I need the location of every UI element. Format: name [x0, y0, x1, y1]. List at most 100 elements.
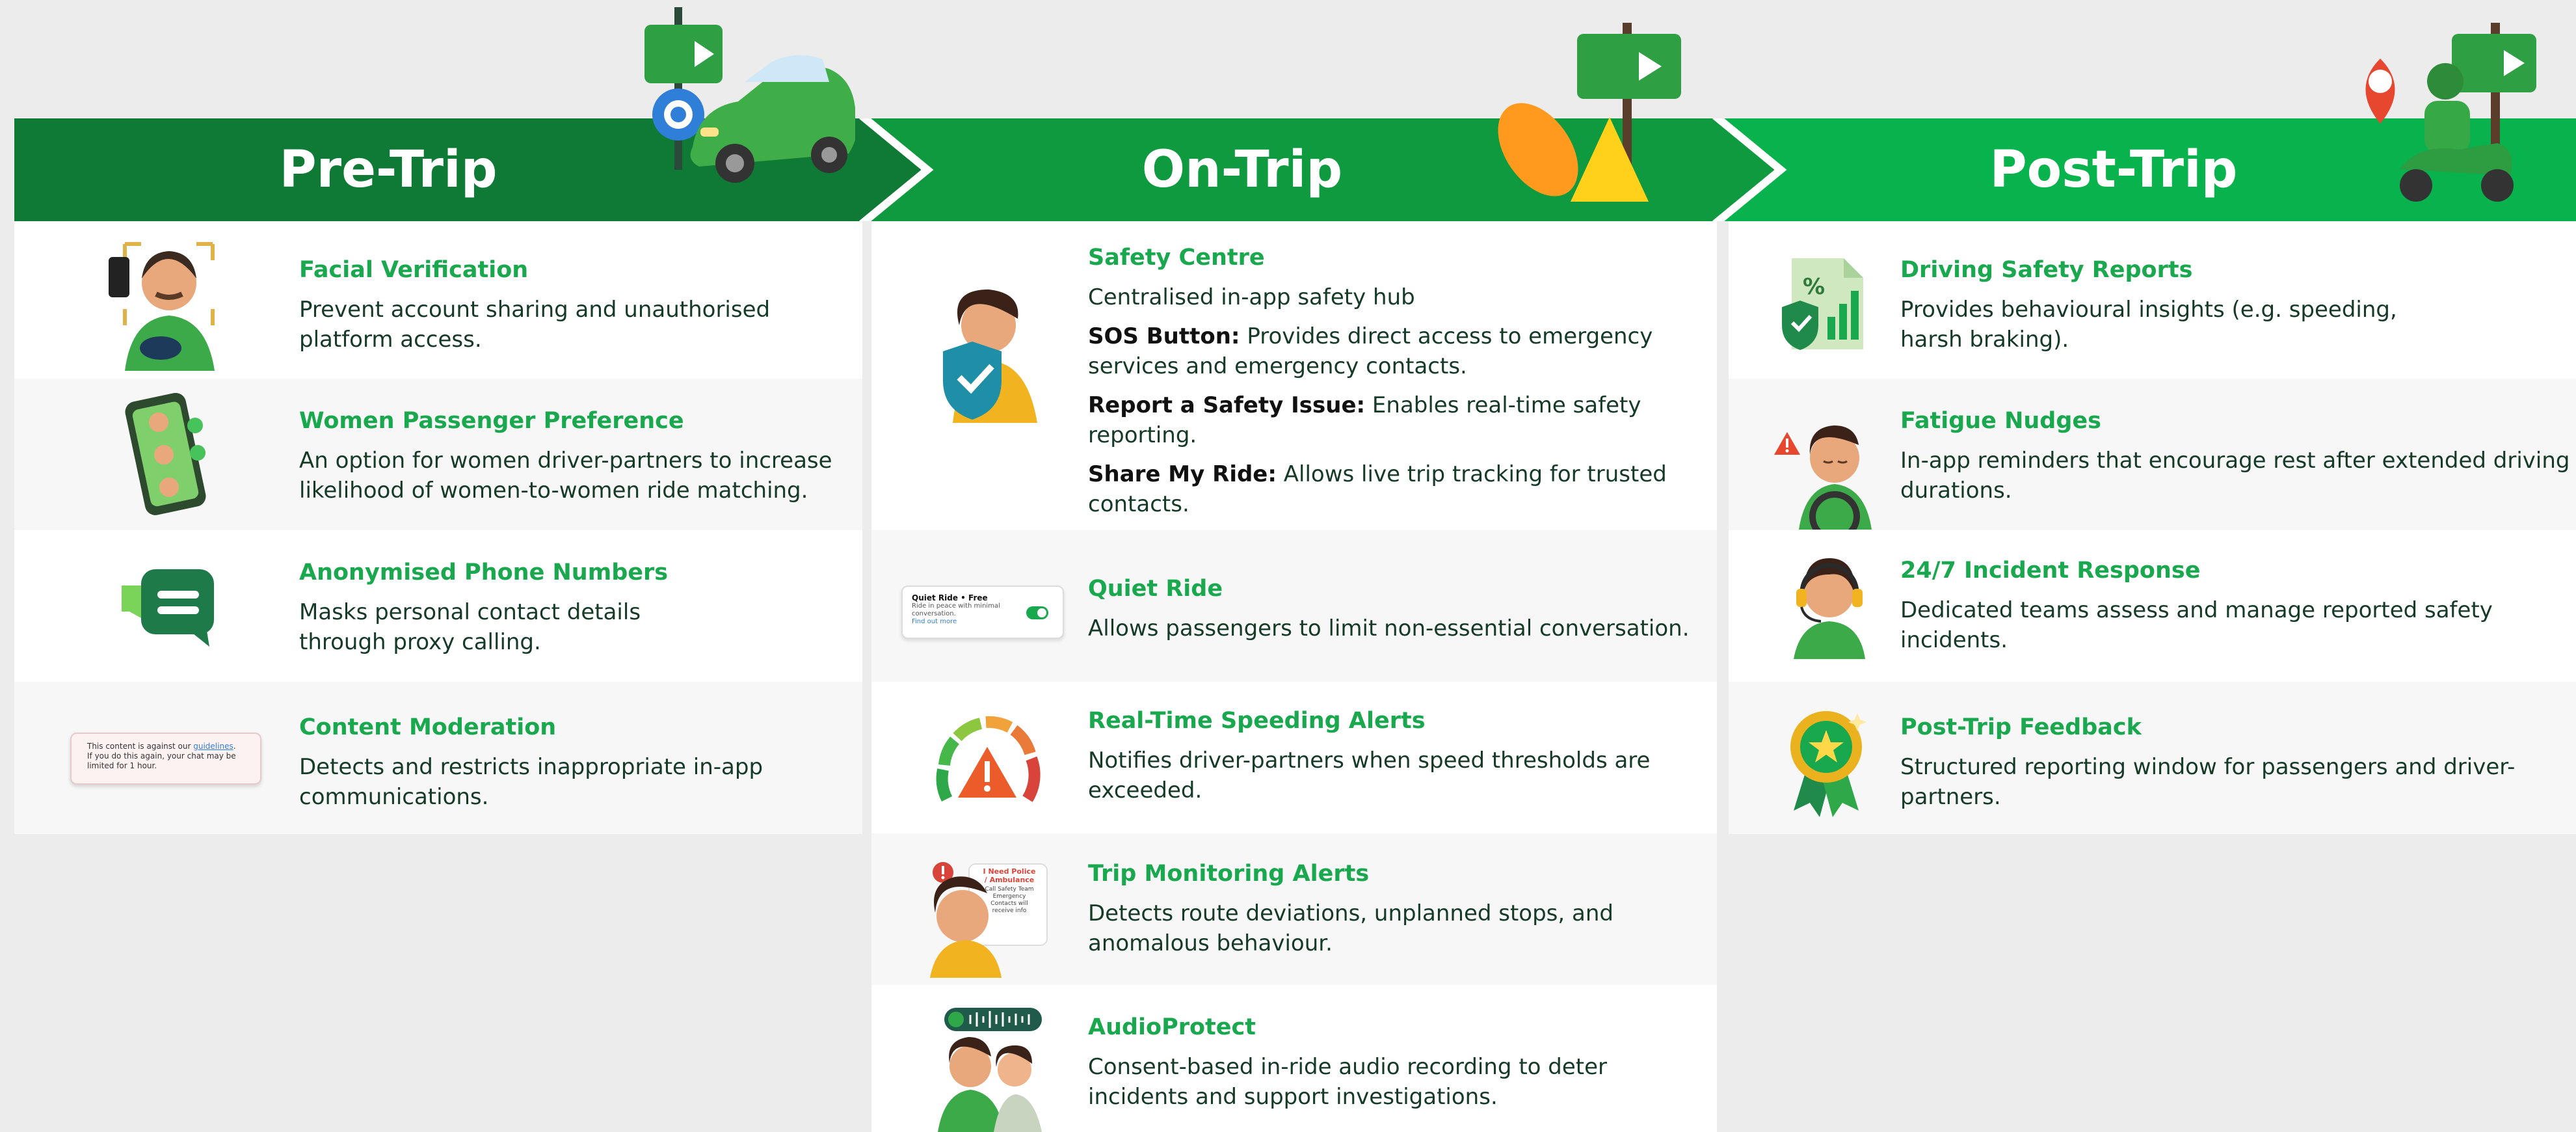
- description-line: Prevent account sharing and unauthorised: [299, 297, 771, 323]
- svg-text:%: %: [1803, 274, 1825, 300]
- speedometer-warning-icon: [936, 716, 1041, 802]
- feature-title: Women Passenger Preference: [299, 408, 684, 434]
- monitoring-card-text: I Need Police / Ambulance Call Safety Te…: [974, 867, 1045, 915]
- signpost-warning-icon: [1498, 23, 1681, 202]
- notice-link: guidelines: [193, 742, 233, 751]
- chat-bubble-icon: [122, 569, 214, 647]
- toggle-switch: [1026, 606, 1048, 619]
- medal-star-icon: [1790, 711, 1866, 817]
- description-line: Detects and restricts inappropriate in-a…: [299, 754, 764, 780]
- feature-title: Post-Trip Feedback: [1900, 714, 2142, 740]
- feature-title: Fatigue Nudges: [1900, 408, 2101, 434]
- description-line: In-app reminders that encourage rest aft…: [1900, 448, 2570, 474]
- notice-text: This content is against our: [87, 742, 194, 751]
- card-line: Contacts will: [990, 900, 1028, 907]
- description-line: Structured reporting window for passenge…: [1900, 754, 2516, 780]
- feature-row: Facial Verification Prevent account shar…: [14, 221, 862, 379]
- description-line: likelihood of women-to-women ride matchi…: [299, 478, 808, 504]
- feature-description: Notifies driver-partners when speed thre…: [1088, 746, 1650, 805]
- point-label: Report a Safety Issue:: [1088, 392, 1366, 418]
- quiet-ride-toggle-icon: Quiet Ride • Free Ride in peace with min…: [901, 586, 1064, 639]
- feature-row: Post-Trip Feedback Structured reporting …: [1729, 682, 2576, 834]
- description-line: incidents and support investigations.: [1088, 1084, 1498, 1110]
- feature-description: Allows passengers to limit non-essential…: [1088, 613, 1690, 643]
- feature-row: This content is against our guidelines. …: [14, 682, 862, 834]
- feature-title: Real-Time Speeding Alerts: [1088, 708, 1426, 734]
- feature-title: Anonymised Phone Numbers: [299, 559, 669, 586]
- description-line: through proxy calling.: [299, 629, 541, 655]
- feature-row: % Driving Safety Reports Provides behavi…: [1729, 221, 2576, 379]
- audio-recording-icon: [938, 1008, 1042, 1132]
- feature-row: Real-Time Speeding Alerts Notifies drive…: [871, 682, 1717, 833]
- feature-description: Detects and restricts inappropriate in-a…: [299, 752, 763, 812]
- feature-description: Prevent account sharing and unauthorised…: [299, 295, 770, 355]
- feature-row: 24/7 Incident Response Dedicated teams a…: [1729, 530, 2576, 682]
- feature-title: Trip Monitoring Alerts: [1088, 861, 1370, 887]
- feature-description: Masks personal contact details through p…: [299, 597, 641, 657]
- feature-description: Provides behavioural insights (e.g. spee…: [1900, 295, 2397, 355]
- shield-person-icon: [943, 290, 1037, 423]
- description-line: Consent-based in-ride audio recording to…: [1088, 1054, 1607, 1080]
- safety-point-report: Report a Safety Issue: Enables real-time…: [1088, 390, 1667, 450]
- feature-title: Safety Centre: [1088, 245, 1265, 271]
- feature-row: I Need Police / Ambulance Call Safety Te…: [871, 833, 1717, 985]
- card-line: I Need Police: [983, 867, 1036, 876]
- phone-profiles-icon: [125, 393, 206, 515]
- support-agent-icon: [1794, 558, 1865, 659]
- point-text: Provides direct access to emergency: [1240, 323, 1653, 349]
- point-label: Share My Ride:: [1088, 461, 1277, 487]
- notice-line: If you do this again, your chat may be: [87, 751, 236, 761]
- description-line: harsh braking).: [1900, 327, 2069, 353]
- point-text: contacts.: [1088, 491, 1189, 517]
- feature-title: Quiet Ride: [1088, 576, 1223, 602]
- feature-description: Centralised in-app safety hub SOS Button…: [1088, 282, 1667, 528]
- tired-driver-icon: [1774, 425, 1872, 530]
- description-line: durations.: [1900, 478, 2012, 504]
- notice-line: This content is against our guidelines.: [87, 742, 236, 751]
- description-line: An option for women driver-partners to i…: [299, 448, 832, 474]
- description-line: partners.: [1900, 784, 2001, 810]
- feature-title: Content Moderation: [299, 714, 557, 740]
- feature-row-safety-centre: Safety Centre Centralised in-app safety …: [871, 221, 1717, 530]
- face-scan-person-icon: [109, 242, 215, 371]
- toggle-knob: [1037, 608, 1046, 617]
- feature-row: Fatigue Nudges In-app reminders that enc…: [1729, 379, 2576, 530]
- card-line: / Ambulance: [984, 876, 1035, 884]
- feature-title: AudioProtect: [1088, 1014, 1256, 1040]
- description-line: incidents.: [1900, 627, 2008, 653]
- card-line: Call Safety Team: [985, 886, 1034, 893]
- point-text: services and emergency contacts.: [1088, 353, 1467, 379]
- safety-point-share: Share My Ride: Allows live trip tracking…: [1088, 459, 1667, 519]
- feature-row: Anonymised Phone Numbers Masks personal …: [14, 530, 862, 682]
- feature-description: In-app reminders that encourage rest aft…: [1900, 446, 2569, 505]
- description-line: exceeded.: [1088, 777, 1202, 803]
- description-line: communications.: [299, 784, 489, 810]
- feature-description: Detects route deviations, unplanned stop…: [1088, 898, 1613, 958]
- feature-description: An option for women driver-partners to i…: [299, 446, 832, 505]
- feature-description: Consent-based in-ride audio recording to…: [1088, 1052, 1607, 1112]
- feature-description: Dedicated teams assess and manage report…: [1900, 595, 2493, 655]
- feature-description: Structured reporting window for passenge…: [1900, 752, 2515, 812]
- signpost-pin-scooter-icon: [2365, 23, 2536, 202]
- point-text: Allows live trip tracking for trusted: [1276, 461, 1667, 487]
- column-post-trip: % Driving Safety Reports Provides behavi…: [1729, 221, 2576, 834]
- feature-title: Driving Safety Reports: [1900, 257, 2193, 283]
- description-line: Detects route deviations, unplanned stop…: [1088, 900, 1613, 926]
- description-line: Notifies driver-partners when speed thre…: [1088, 748, 1651, 774]
- safety-point-sos: SOS Button: Provides direct access to em…: [1088, 321, 1667, 381]
- card-line: Emergency: [992, 893, 1026, 900]
- column-pre-trip: Facial Verification Prevent account shar…: [14, 221, 862, 834]
- point-text: reporting.: [1088, 422, 1197, 448]
- notice-line: limited for 1 hour.: [87, 761, 157, 770]
- report-document-icon: %: [1782, 258, 1863, 350]
- feature-row: Quiet Ride • Free Ride in peace with min…: [871, 530, 1717, 682]
- feature-row: Women Passenger Preference An option for…: [14, 379, 862, 530]
- description-line: Masks personal contact details: [299, 599, 641, 625]
- card-heading: Quiet Ride • Free: [912, 593, 988, 602]
- signpost-car-icon: [644, 7, 855, 183]
- description-line: Allows passengers to limit non-essential…: [1088, 615, 1690, 641]
- safety-intro: Centralised in-app safety hub: [1088, 284, 1415, 310]
- description-line: platform access.: [299, 327, 482, 353]
- feature-title: Facial Verification: [299, 257, 529, 283]
- card-line: receive info: [992, 908, 1027, 914]
